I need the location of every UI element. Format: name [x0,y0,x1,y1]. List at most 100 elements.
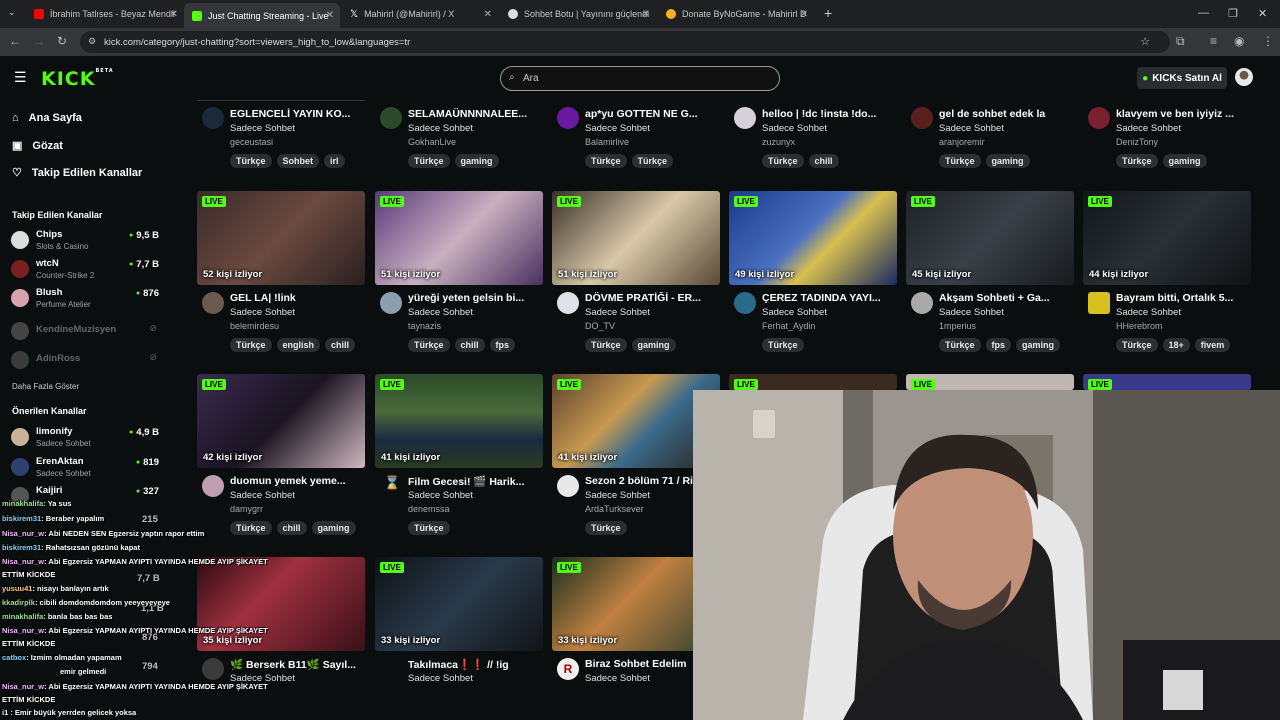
stream-title[interactable]: EGLENCELİ YAYIN KO... [230,108,365,120]
stream-username[interactable]: Ferhat_Aydin [762,321,815,331]
tag[interactable]: english [276,338,321,352]
stream-username[interactable]: GokhanLive [408,137,456,147]
stream-username[interactable]: geceustasi [230,137,273,147]
sidebar-channel-chips[interactable]: Chips Slots & Casino 9,5 B [11,228,161,256]
sidebar-channel-wtcn[interactable]: wtcN Counter-Strike 2 7,7 B [11,257,161,285]
close-tab-icon[interactable]: ✕ [326,10,334,21]
stream-category[interactable]: Sadece Sohbet [408,673,473,684]
stream-category[interactable]: Sadece Sohbet [230,307,295,318]
stream-category[interactable]: Sadece Sohbet [1116,123,1181,134]
stream-title[interactable]: Takılmaca❗❗ // !ig [408,658,543,671]
sidebar-channel-kendinemuzisyen[interactable]: KendineMuzisyen ⊘ [11,319,161,347]
stream-card[interactable]: LIVE 33 kişi izliyor Takılmaca❗❗ // !ig … [375,557,543,687]
nav-following[interactable]: ♡ Takip Edilen Kanallar [12,166,142,180]
tag[interactable]: gaming [1016,338,1061,352]
stream-card[interactable]: helloo | !dc !insta !do... Sadece Sohbet… [729,100,897,175]
tag[interactable]: Türkçe [1116,338,1158,352]
stream-title[interactable]: gel de sohbet edek la [939,108,1074,120]
stream-thumbnail[interactable]: LIVE 44 kişi izliyor [1083,191,1251,285]
stream-card[interactable]: SELAMAÜNNNNALEE... Sadece Sohbet GokhanL… [375,100,543,175]
stream-title[interactable]: DÖVME PRATİĞİ - ER... [585,292,720,304]
stream-card[interactable]: LIVE 51 kişi izliyor DÖVME PRATİĞİ - ER.… [552,191,720,361]
tag[interactable]: fps [489,338,516,352]
stream-category[interactable]: Sadece Sohbet [585,490,650,501]
stream-username[interactable]: ArdaTurksever [585,504,644,514]
stream-thumbnail[interactable]: LIVE 51 kişi izliyor [552,191,720,285]
minimize-icon[interactable]: — [1198,7,1209,19]
stream-card[interactable]: gel de sohbet edek la Sadece Sohbet aran… [906,100,1074,175]
stream-username[interactable]: denemssa [408,504,450,514]
stream-thumbnail[interactable]: LIVE 42 kişi izliyor [197,374,365,468]
sidebar-channel-limonify[interactable]: limonify Sadece Sohbet 4,9 B [11,425,161,453]
tag[interactable]: Türkçe [408,521,450,535]
stream-username[interactable]: DO_TV [585,321,615,331]
stream-username[interactable]: Balamirlive [585,137,629,147]
tag[interactable]: fps [985,338,1012,352]
tag[interactable]: gaming [1162,154,1207,168]
reload-icon[interactable]: ↻ [57,34,67,48]
back-icon[interactable]: ← [9,34,21,48]
stream-card[interactable]: klavyem ve ben iyiyiz ... Sadece Sohbet … [1083,100,1251,175]
stream-category[interactable]: Sadece Sohbet [408,123,473,134]
tag[interactable]: irl [324,154,345,168]
stream-username[interactable]: belemirdesu [230,321,279,331]
tag[interactable]: gaming [454,154,499,168]
stream-thumbnail[interactable] [197,100,365,101]
tag[interactable]: Türkçe [1116,154,1158,168]
stream-title[interactable]: Bayram bitti, Ortalık 5... [1116,292,1251,304]
browser-tab-x[interactable]: 𝕏 Mahirirl (@Mahirirl) / X ✕ [342,4,498,24]
stream-username[interactable]: zuzunyx [762,137,795,147]
stream-thumbnail[interactable]: LIVE 45 kişi izliyor [906,191,1074,285]
tab-search-icon[interactable]: ⌄ [8,7,16,18]
tag[interactable]: Türkçe [585,154,627,168]
stream-thumbnail[interactable]: LIVE 33 kişi izliyor [375,557,543,651]
stream-card[interactable]: LIVE 44 kişi izliyor Bayram bitti, Ortal… [1083,191,1251,361]
media-icon[interactable]: ≡ [1210,34,1217,48]
stream-card[interactable]: LIVE 45 kişi izliyor Akşam Sohbeti + Ga.… [906,191,1074,361]
stream-username[interactable]: DenizTony [1116,137,1158,147]
stream-thumbnail[interactable]: LIVE [906,374,1074,390]
stream-card[interactable]: LIVE 51 kişi izliyor yüreği yeten gelsin… [375,191,543,361]
stream-thumbnail[interactable]: LIVE [729,374,897,390]
search-input[interactable]: ⌕ Ara [500,66,780,91]
nav-home[interactable]: ⌂ Ana Sayfa [12,112,82,124]
tag[interactable]: Türkçe [408,338,450,352]
tag[interactable]: gaming [631,338,676,352]
browser-tab-donate[interactable]: Donate ByNoGame - Mahirirl D ✕ [658,4,814,24]
tag[interactable]: Sohbet [276,154,320,168]
stream-card[interactable]: LIVE 41 kişi izliyor ⌛ Film Gecesi! 🎬 Ha… [375,374,543,544]
stream-category[interactable]: Sadece Sohbet [408,307,473,318]
tag[interactable]: 18+ [1162,338,1190,352]
site-info-icon[interactable]: ⚙ [88,36,96,47]
show-more-link[interactable]: Daha Fazla Göster [12,382,79,391]
tag[interactable]: Türkçe [939,338,981,352]
stream-thumbnail[interactable]: LIVE 51 kişi izliyor [375,191,543,285]
new-tab-button[interactable]: + [824,5,832,21]
stream-category[interactable]: Sadece Sohbet [939,123,1004,134]
stream-category[interactable]: Sadece Sohbet [1116,307,1181,318]
bookmark-star-icon[interactable]: ☆ [1140,35,1150,48]
stream-title[interactable]: Film Gecesi! 🎬 Harik... [408,475,543,488]
kick-logo[interactable]: KICKBETA [41,68,114,90]
stream-category[interactable]: Sadece Sohbet [762,307,827,318]
tag[interactable]: chill [276,521,307,535]
tag[interactable]: fivem [1194,338,1231,352]
stream-username[interactable]: aranjoremir [939,137,985,147]
user-avatar[interactable] [1235,68,1253,86]
tag[interactable]: chill [325,338,356,352]
stream-category[interactable]: Sadece Sohbet [585,307,650,318]
close-tab-icon[interactable]: ✕ [170,9,178,20]
stream-title[interactable]: klavyem ve ben iyiyiz ... [1116,108,1251,120]
url-field[interactable]: ⚙ kick.com/category/just-chatting?sort=v… [80,31,1170,53]
close-tab-icon[interactable]: ✕ [800,9,808,20]
browser-tab-youtube[interactable]: İbrahim Tatlıses - Beyaz Mendil ✕ [26,4,184,24]
close-tab-icon[interactable]: ✕ [484,9,492,20]
menu-dots-icon[interactable]: ⋮ [1262,34,1274,48]
close-tab-icon[interactable]: ✕ [642,9,650,20]
tag[interactable]: Türkçe [230,338,272,352]
restore-icon[interactable]: ❐ [1228,7,1238,20]
sidebar-channel-adinross[interactable]: AdinRoss ⊘ [11,348,161,376]
tag[interactable]: Türkçe [631,154,674,168]
sidebar-channel-blush[interactable]: Blush Perfume Atelier 876 [11,286,161,314]
stream-thumbnail[interactable]: LIVE 41 kişi izliyor [375,374,543,468]
